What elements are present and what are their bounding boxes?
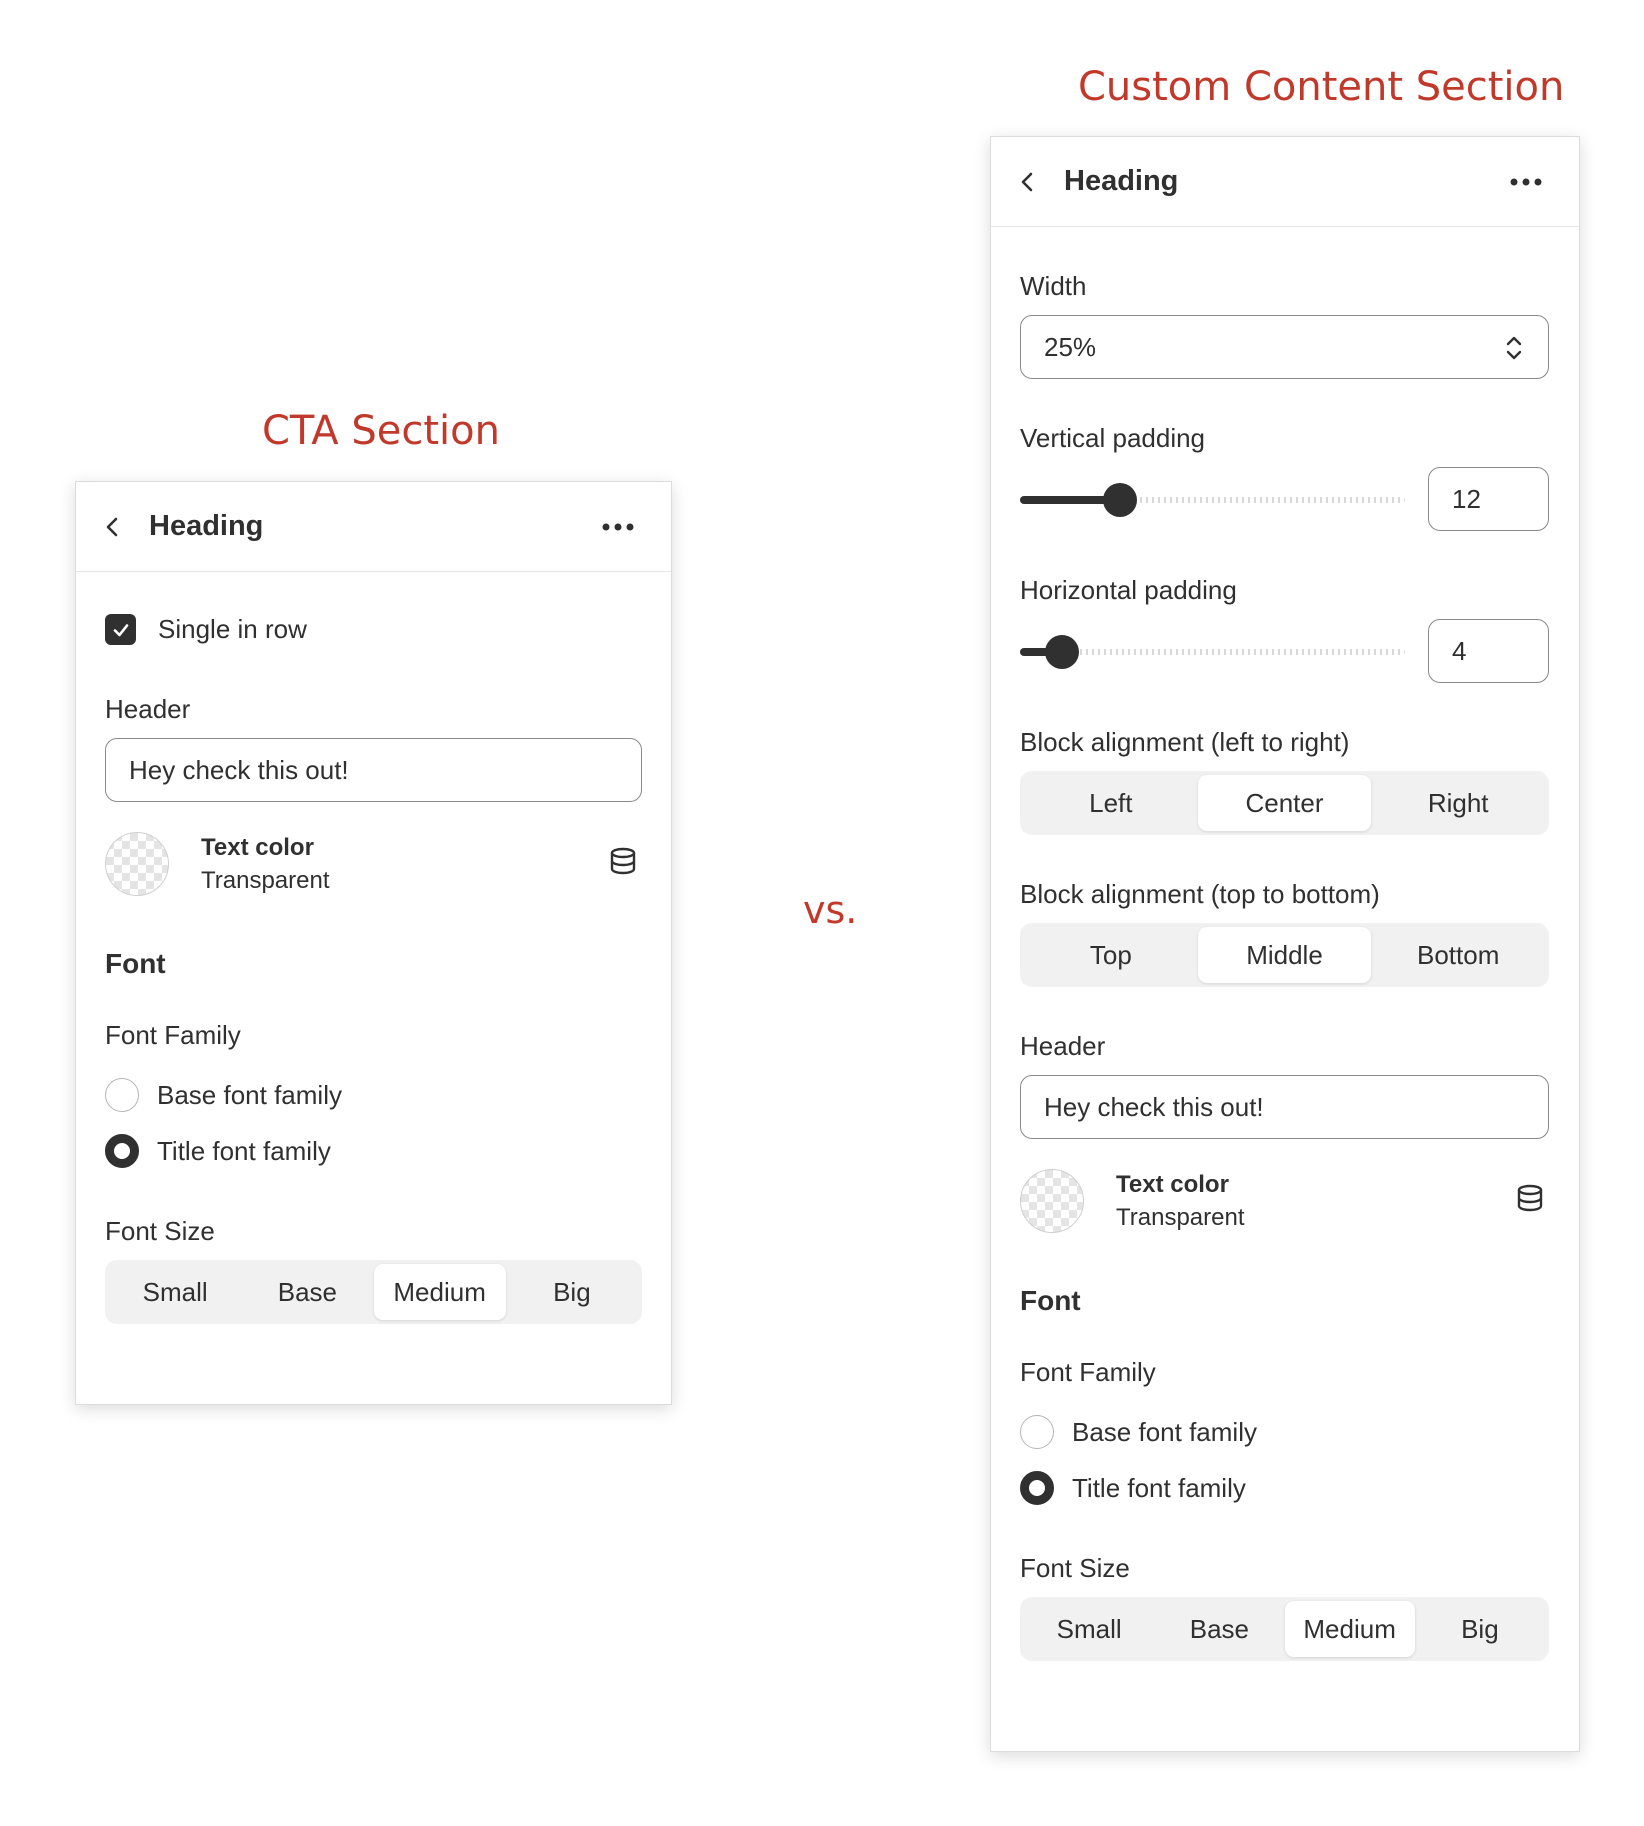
vertical-padding-input[interactable]: 12 (1428, 467, 1549, 531)
panel-header: Heading (991, 137, 1579, 227)
block-alignment-lr-label: Block alignment (left to right) (1020, 727, 1350, 757)
chevron-left-icon[interactable] (1015, 169, 1041, 195)
font-family-option[interactable]: Title font family (1020, 1468, 1549, 1508)
width-select[interactable]: 25% (1020, 315, 1549, 379)
segment-base[interactable]: Base (1154, 1601, 1284, 1657)
radio-label: Base font family (1072, 1416, 1257, 1447)
color-swatch[interactable] (105, 832, 169, 896)
vertical-padding-label: Vertical padding (1020, 423, 1206, 453)
header-input[interactable] (105, 738, 642, 802)
segment-medium[interactable]: Medium (1284, 1601, 1415, 1657)
font-size-segmented-control: Small Base Medium Big (1020, 1597, 1549, 1661)
single-in-row-checkbox-row[interactable]: Single in row (105, 614, 642, 645)
font-size-label: Font Size (105, 1216, 215, 1246)
segment-right[interactable]: Right (1371, 775, 1545, 831)
custom-content-section-caption: Custom Content Section (1078, 64, 1565, 110)
radio-title-font-family[interactable] (1020, 1471, 1054, 1505)
segment-middle[interactable]: Middle (1197, 927, 1372, 983)
segment-top[interactable]: Top (1024, 927, 1198, 983)
segment-big[interactable]: Big (1415, 1601, 1545, 1657)
text-color-value: Transparent (201, 867, 330, 894)
vs-label: vs. (803, 888, 858, 932)
slider-thumb[interactable] (1045, 635, 1079, 669)
font-family-option[interactable]: Base font family (105, 1075, 642, 1115)
block-alignment-lr-segmented-control: Left Center Right (1020, 771, 1549, 835)
font-family-option[interactable]: Title font family (105, 1131, 642, 1171)
segment-base[interactable]: Base (241, 1264, 373, 1320)
checkmark-icon (113, 623, 128, 636)
segment-medium[interactable]: Medium (373, 1264, 506, 1320)
text-color-picker[interactable]: Text color Transparent (1020, 1169, 1549, 1233)
segment-small[interactable]: Small (1024, 1601, 1154, 1657)
font-size-label: Font Size (1020, 1553, 1130, 1583)
font-family-label: Font Family (1020, 1357, 1156, 1387)
text-color-value: Transparent (1116, 1204, 1245, 1231)
block-alignment-tb-segmented-control: Top Middle Bottom (1020, 923, 1549, 987)
block-alignment-tb-label: Block alignment (top to bottom) (1020, 879, 1380, 909)
radio-label: Base font family (157, 1079, 342, 1110)
cta-section-caption: CTA Section (262, 408, 500, 454)
slider-thumb[interactable] (1103, 483, 1137, 517)
horizontal-padding-label: Horizontal padding (1020, 575, 1237, 605)
custom-content-settings-panel: Heading Width 25% Vertical padding 12 Ho… (990, 136, 1580, 1752)
text-color-title: Text color (201, 834, 314, 861)
select-arrows-icon (1506, 336, 1522, 360)
font-section-title: Font (1020, 1285, 1081, 1316)
database-icon[interactable] (608, 846, 638, 876)
font-family-label: Font Family (105, 1020, 241, 1050)
segment-big[interactable]: Big (506, 1264, 638, 1320)
font-size-segmented-control: Small Base Medium Big (105, 1260, 642, 1324)
segment-center[interactable]: Center (1197, 775, 1372, 831)
font-section-title: Font (105, 948, 166, 979)
panel-header: Heading (76, 482, 671, 572)
radio-base-font-family[interactable] (105, 1078, 139, 1112)
segment-left[interactable]: Left (1024, 775, 1198, 831)
panel-title: Heading (1064, 165, 1179, 197)
text-color-title: Text color (1116, 1171, 1229, 1198)
header-field-label: Header (1020, 1031, 1106, 1061)
radio-label: Title font family (1072, 1472, 1246, 1503)
segment-small[interactable]: Small (109, 1264, 241, 1320)
horizontal-padding-input[interactable]: 4 (1428, 619, 1549, 683)
header-input[interactable] (1020, 1075, 1549, 1139)
radio-base-font-family[interactable] (1020, 1415, 1054, 1449)
ellipsis-icon[interactable] (601, 522, 635, 532)
width-label: Width (1020, 271, 1087, 301)
chevron-left-icon[interactable] (100, 514, 126, 540)
single-in-row-label: Single in row (158, 614, 307, 644)
ellipsis-icon[interactable] (1509, 177, 1543, 187)
text-color-picker[interactable]: Text color Transparent (105, 832, 642, 896)
cta-settings-panel: Heading Single in row Header Text color … (75, 481, 672, 1405)
header-field-label: Header (105, 694, 191, 724)
database-icon[interactable] (1515, 1183, 1545, 1213)
single-in-row-checkbox[interactable] (105, 614, 136, 645)
horizontal-padding-slider-row: 4 (1020, 619, 1549, 683)
segment-bottom[interactable]: Bottom (1371, 927, 1545, 983)
radio-label: Title font family (157, 1135, 331, 1166)
font-family-option[interactable]: Base font family (1020, 1412, 1549, 1452)
panel-title: Heading (149, 510, 264, 542)
radio-title-font-family[interactable] (105, 1134, 139, 1168)
color-swatch[interactable] (1020, 1169, 1084, 1233)
vertical-padding-slider-row: 12 (1020, 467, 1549, 531)
width-value: 25% (1044, 331, 1097, 362)
